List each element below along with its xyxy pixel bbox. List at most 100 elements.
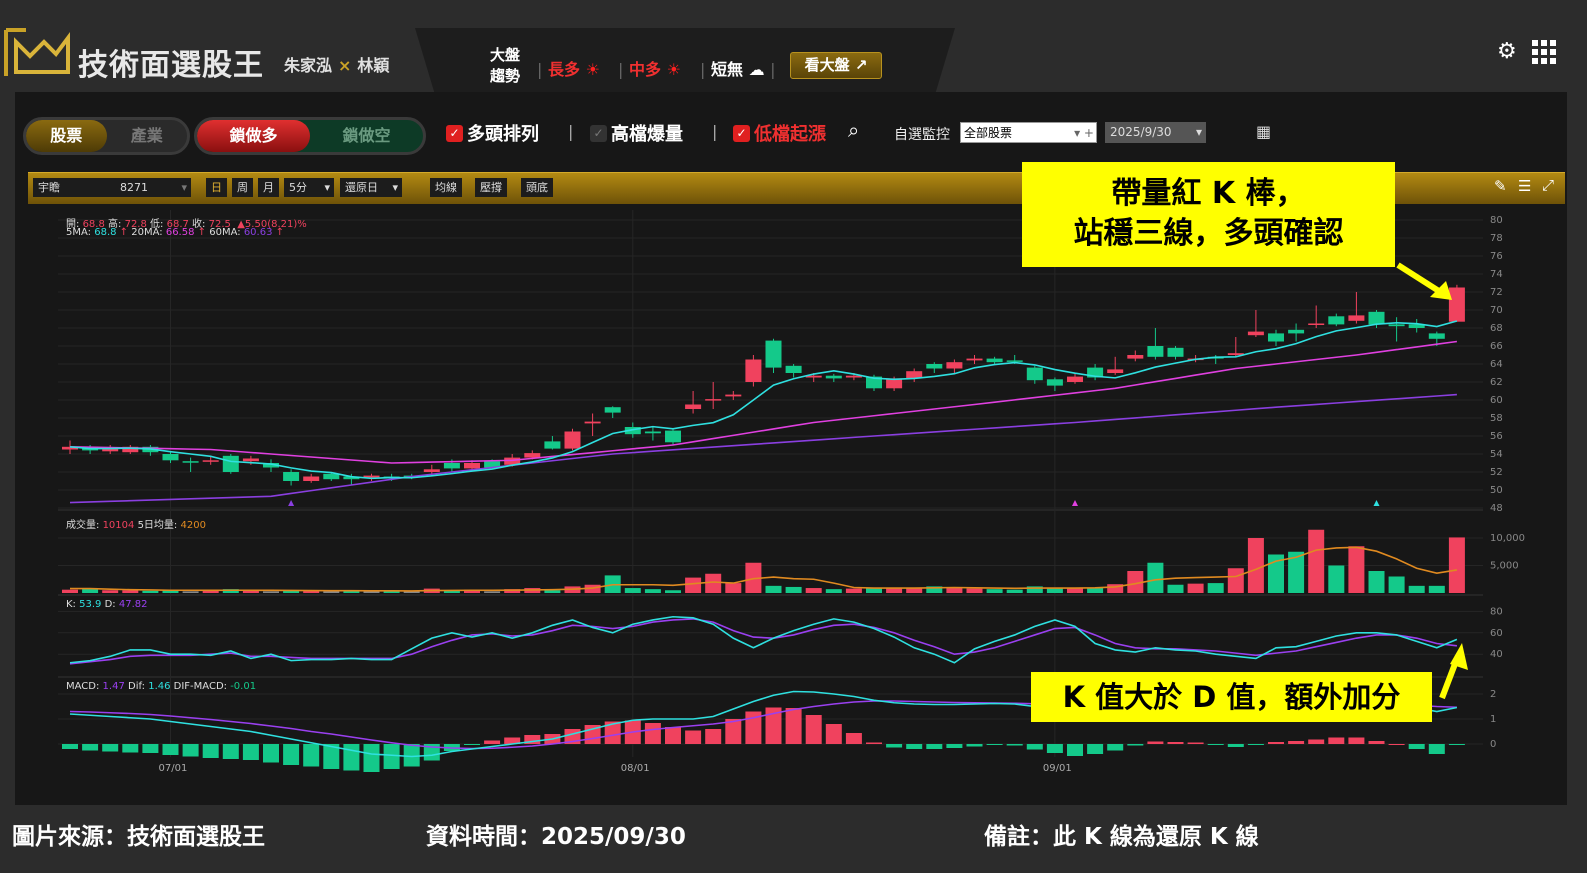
macd-histogram-bar <box>785 708 802 744</box>
gear-icon[interactable]: ⚙ <box>1497 39 1517 64</box>
volume-bar <box>142 590 159 593</box>
date-tick-label: 08/01 <box>621 763 650 774</box>
ma20-line <box>69 340 1458 464</box>
macd-histogram-bar <box>1067 744 1083 756</box>
macd-histogram-bar <box>906 744 923 749</box>
stock-name-field[interactable]: 宇瞻 <box>33 178 115 197</box>
sliders-icon[interactable]: ☰ <box>1518 177 1531 195</box>
candle <box>323 473 340 480</box>
price-tick-label: 76 <box>1490 251 1503 262</box>
chart-icon: ↗ <box>854 56 868 74</box>
candle <box>524 453 541 458</box>
volume-bar <box>986 589 1003 593</box>
price-tick-label: 78 <box>1490 233 1503 244</box>
date-select[interactable]: 2025/9/30 ▾ <box>1105 122 1206 143</box>
period-month-button[interactable]: 月 <box>258 178 279 197</box>
signal-triangle-icon <box>1072 500 1078 506</box>
volume-bar <box>1368 571 1385 593</box>
filter-bull-alignment[interactable]: ✓ 多頭排列 <box>446 120 539 146</box>
candle <box>1348 315 1365 321</box>
top-bottom-button[interactable]: 頭底 <box>521 178 553 197</box>
filter-low-rise[interactable]: ✓ 低檔起漲 <box>733 120 826 146</box>
candle <box>725 394 742 397</box>
price-tick-label: 62 <box>1490 377 1503 388</box>
filter-high-volume[interactable]: ✓ 高檔爆量 <box>590 120 683 146</box>
volume-bar <box>1207 583 1224 593</box>
macd-histogram-bar <box>1308 739 1325 744</box>
volume-bar <box>484 591 501 593</box>
date-tick-label: 07/01 <box>159 763 188 774</box>
kd-info: K: 53.9 D: 47.82 <box>66 599 148 610</box>
candle <box>604 407 621 413</box>
price-tick-label: 74 <box>1490 269 1503 280</box>
volume-bar <box>805 588 822 593</box>
volume-bar <box>825 589 842 593</box>
support-resistance-button[interactable]: 壓撐 <box>475 178 507 197</box>
volume-bar <box>1147 562 1164 593</box>
tab-lock-short[interactable]: 鎖做空 <box>310 120 423 152</box>
market-trend-label: 大盤趨勢 <box>490 46 521 85</box>
macd-histogram-bar <box>1368 741 1385 744</box>
macd-histogram-bar <box>1247 744 1264 745</box>
volume-bar <box>1428 585 1445 593</box>
macd-histogram-bar <box>1026 744 1043 750</box>
search-icon[interactable]: ⌕ <box>848 118 859 142</box>
macd-histogram-bar <box>1087 744 1104 754</box>
volume-bar <box>1247 538 1264 593</box>
app-title: 技術面選股王 <box>78 48 264 83</box>
macd-histogram-bar <box>926 744 943 749</box>
restore-select[interactable]: 還原日 ▾ <box>340 178 402 197</box>
macd-histogram-bar <box>1348 737 1365 744</box>
interval-select[interactable]: 5分 ▾ <box>284 178 334 197</box>
macd-histogram-bar <box>1046 744 1063 753</box>
pencil-icon[interactable]: ✎ <box>1494 177 1507 195</box>
expand-icon[interactable]: ⤢ <box>1542 176 1554 194</box>
apps-grid-icon[interactable] <box>1532 40 1556 64</box>
period-day-button[interactable]: 日 <box>206 178 227 197</box>
volume-bar <box>725 583 742 593</box>
price-tick-label: 80 <box>1490 215 1503 226</box>
signal-triangle-icon <box>288 500 295 506</box>
macd-histogram-bar <box>1328 737 1345 744</box>
tab-industry[interactable]: 產業 <box>107 120 188 152</box>
macd-histogram-bar <box>343 744 360 771</box>
watchlist-label: 自選監控 <box>894 127 950 143</box>
macd-histogram-bar <box>464 744 480 745</box>
macd-histogram-bar <box>845 733 862 744</box>
ma-info: 5MA: 68.8 ↑ 20MA: 66.58 ↑ 60MA: 60.63 ↑ <box>66 227 285 238</box>
candle <box>946 362 963 369</box>
k-line <box>69 615 1458 664</box>
price-tick-label: 70 <box>1490 305 1503 316</box>
volume-info: 成交量: 10104 5日均量: 4200 <box>66 520 206 531</box>
ma-button[interactable]: 均線 <box>430 178 462 197</box>
candle <box>1388 324 1405 327</box>
volume-bar <box>1448 537 1465 593</box>
tab-lock-long[interactable]: 鎖做多 <box>197 120 310 152</box>
volume-bar <box>1408 585 1425 593</box>
volume-bar <box>1328 565 1345 593</box>
view-market-button[interactable]: 看大盤 ↗ <box>790 52 882 79</box>
macd-histogram-bar <box>1428 744 1445 754</box>
macd-histogram-bar <box>886 744 903 748</box>
watchlist-select[interactable]: 全部股票 ▾ + <box>960 122 1097 143</box>
volume-bar <box>765 585 782 593</box>
macd-histogram-bar <box>1268 742 1284 744</box>
volume-bar <box>785 586 802 593</box>
table-edit-icon[interactable]: ▦ <box>1256 122 1271 141</box>
price-tick-label: 52 <box>1490 467 1503 478</box>
period-week-button[interactable]: 周 <box>232 178 253 197</box>
price-tick-label: 64 <box>1490 359 1503 370</box>
candle <box>544 441 561 449</box>
cloud-icon: ☁ <box>748 60 765 79</box>
author-2: 林穎 <box>357 56 390 75</box>
volume-bar <box>685 577 702 593</box>
tab-stock[interactable]: 股票 <box>26 120 107 152</box>
stock-code-select[interactable]: 8271 ▾ <box>115 178 191 197</box>
sun-icon: ☀ <box>585 60 600 79</box>
volume-bar <box>845 588 862 593</box>
candle <box>1268 333 1284 342</box>
price-tick-label: 68 <box>1490 323 1503 334</box>
candle <box>1006 360 1023 362</box>
macd-histogram-bar <box>1147 741 1164 744</box>
macd-histogram-bar <box>142 744 159 753</box>
